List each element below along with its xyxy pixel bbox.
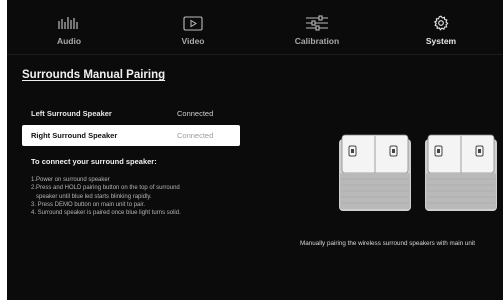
tab-audio[interactable]: Audio [7,0,131,54]
speaker-name: Left Surround Speaker [31,109,112,118]
top-navigation: Audio Video Calibration System [7,0,503,55]
surround-speakers-illustration [338,133,498,213]
speaker-status: Connected [177,109,214,118]
page-title: Surrounds Manual Pairing [22,69,166,81]
equalizer-bars-icon [7,14,131,32]
system-settings-screen: Audio Video Calibration System Surrounds… [7,0,503,300]
tab-calibration[interactable]: Calibration [255,0,379,54]
instruction-step: 3. Press DEMO button on main unit to pai… [31,201,146,208]
speaker-left-illustration [339,134,411,211]
tab-calibration-label: Calibration [294,36,340,46]
tab-audio-label: Audio [56,36,82,46]
instruction-step: 1.Power on surround speaker [31,177,110,183]
speaker-right-illustration [425,134,497,211]
instructions-list: 1.Power on surround speaker 2.Press and … [31,176,246,217]
tab-video-label: Video [181,36,205,46]
tab-video[interactable]: Video [131,0,255,54]
instruction-step: 2.Press and HOLD pairing button on the t… [31,185,180,192]
speaker-row-left[interactable]: Left Surround Speaker Connected [22,103,240,123]
gear-icon [379,14,503,32]
instruction-step: speaker until blue led starts blinking r… [36,193,152,200]
sliders-icon [255,14,379,32]
tab-system[interactable]: System [379,0,503,54]
speaker-status: Connected [177,131,214,140]
speaker-row-right[interactable]: Right Surround Speaker Connected [22,125,240,146]
illustration-caption: Manually pairing the wireless surround s… [300,240,475,247]
tab-system-label: System [425,36,457,46]
play-screen-icon [131,14,255,32]
instructions-title: To connect your surround speaker: [31,157,157,166]
instruction-step: 4. Surround speaker is paired once blue … [31,210,181,217]
speaker-name: Right Surround Speaker [31,131,118,140]
